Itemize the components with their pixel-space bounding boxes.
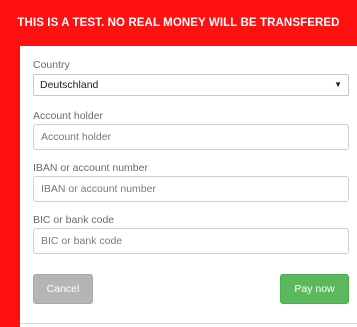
test-mode-banner-text: THIS IS A TEST. NO REAL MONEY WILL BE TR… [17,17,340,29]
country-label: Country [33,59,70,71]
country-select[interactable]: Deutschland ▼ [33,74,349,96]
account-holder-label: Account holder [33,110,104,122]
bic-input[interactable] [33,228,349,254]
iban-input[interactable] [33,176,349,202]
account-holder-input[interactable] [33,124,349,150]
country-selected-value: Deutschland [40,79,99,91]
bank-transfer-form: Country Deutschland ▼ Account holder IBA… [20,46,357,323]
bic-label: BIC or bank code [33,214,115,226]
test-mode-banner: THIS IS A TEST. NO REAL MONEY WILL BE TR… [0,0,357,46]
iban-label: IBAN or account number [33,162,148,174]
chevron-down-icon: ▼ [334,80,342,89]
payment-dialog: THIS IS A TEST. NO REAL MONEY WILL BE TR… [0,0,357,327]
cancel-button[interactable]: Cancel [33,274,93,304]
pay-now-button[interactable]: Pay now [280,274,349,304]
panel-bottom-divider [20,323,357,327]
